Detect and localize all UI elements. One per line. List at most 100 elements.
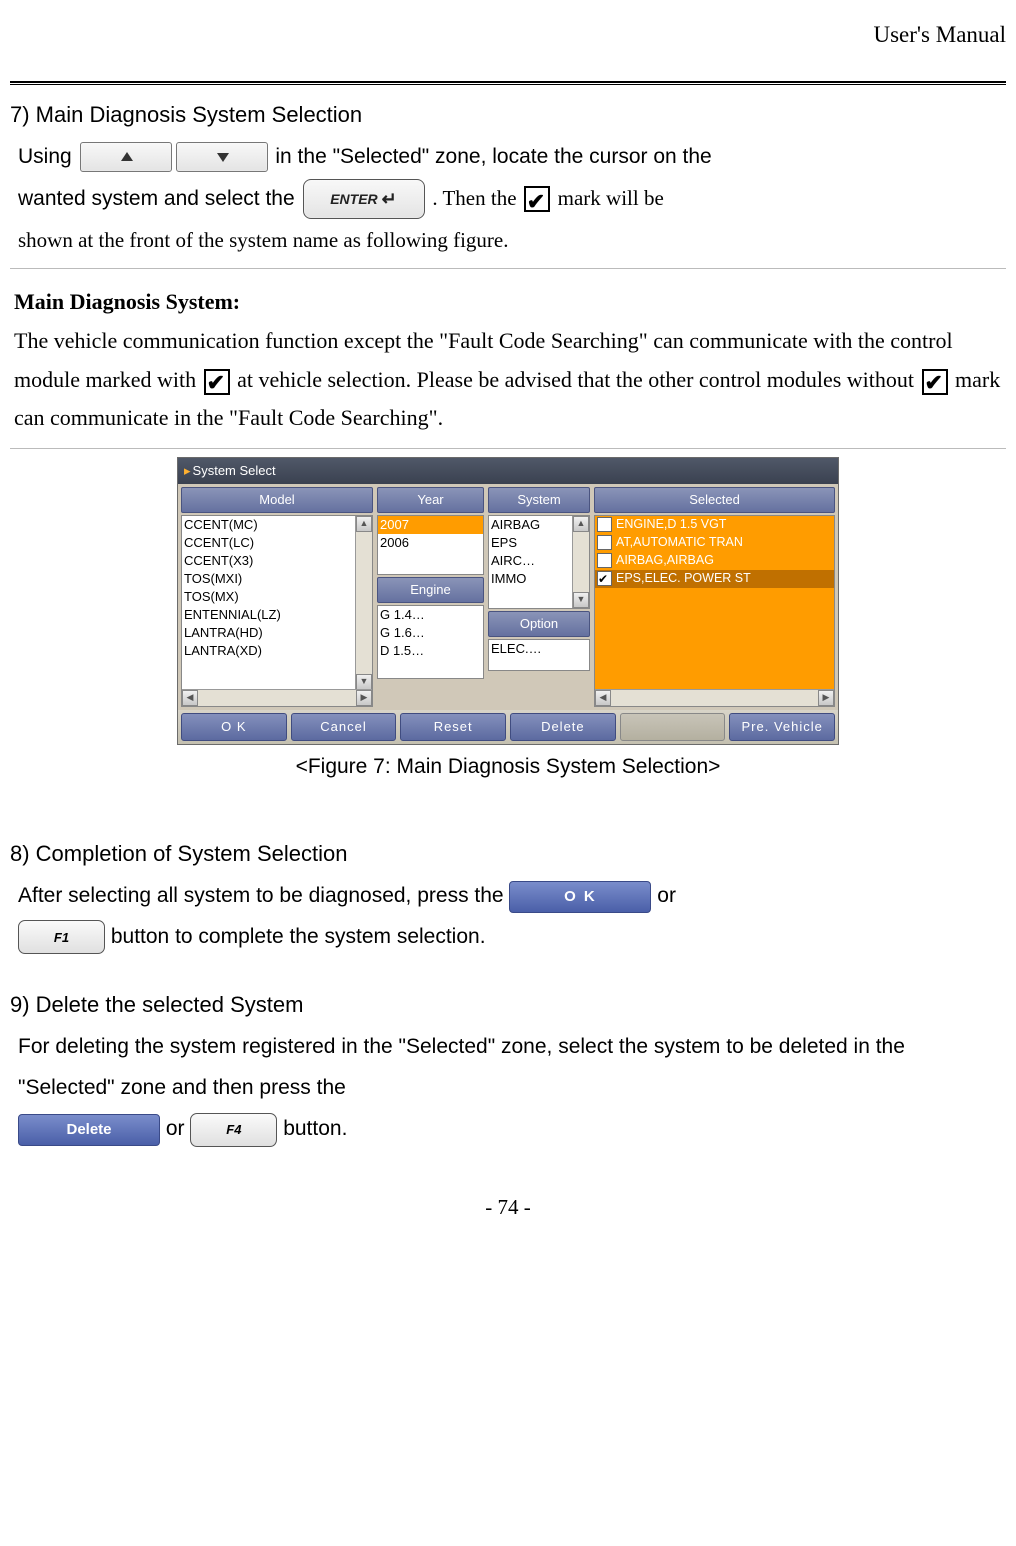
divider xyxy=(10,448,1006,449)
f4-button[interactable]: F4 xyxy=(190,1113,277,1147)
figure-7-wrap: ▸System Select Model Year System Selecte… xyxy=(10,457,1006,745)
section-8-body: After selecting all system to be diagnos… xyxy=(18,876,1002,958)
scroll-up-icon[interactable]: ▲ xyxy=(356,516,372,532)
checkmark-icon xyxy=(204,369,230,395)
enter-arrow-icon: ↵ xyxy=(382,190,397,208)
list-item[interactable]: LANTRA(HD) xyxy=(182,624,372,642)
selected-row[interactable]: AT,AUTOMATIC TRAN xyxy=(595,534,834,552)
text: wanted system and select the xyxy=(18,187,301,210)
title-text: System Select xyxy=(193,463,276,478)
section-9-title: 9) Delete the selected System xyxy=(10,986,1006,1023)
enter-label: ENTER xyxy=(330,192,377,206)
list-item[interactable]: LANTRA(XD) xyxy=(182,642,372,660)
list-item[interactable]: CCENT(LC) xyxy=(182,534,372,552)
year-listbox[interactable]: 2007 2006 xyxy=(377,515,484,575)
header-option: Option xyxy=(488,611,590,637)
selected-label: ENGINE,D 1.5 VGT xyxy=(616,516,726,534)
scrollbar-horizontal[interactable]: ◀▶ xyxy=(595,689,834,706)
scroll-right-icon[interactable]: ▶ xyxy=(356,690,372,706)
text: or xyxy=(657,884,676,907)
blank-button xyxy=(620,713,726,741)
scroll-left-icon[interactable]: ◀ xyxy=(595,690,611,706)
header-model: Model xyxy=(181,487,373,513)
cancel-button[interactable]: Cancel xyxy=(291,713,397,741)
section-7-title: 7) Main Diagnosis System Selection xyxy=(10,96,1006,133)
title-marker-icon: ▸ xyxy=(184,463,191,478)
text: After selecting all system to be diagnos… xyxy=(18,884,509,907)
text: mark will be xyxy=(558,186,664,210)
divider xyxy=(10,268,1006,269)
delete-button[interactable]: Delete xyxy=(510,713,616,741)
checkmark-icon xyxy=(524,186,550,212)
engine-listbox[interactable]: G 1.4… G 1.6… D 1.5… xyxy=(377,605,484,679)
list-item[interactable]: CCENT(X3) xyxy=(182,552,372,570)
text: in the "Selected" zone, locate the curso… xyxy=(275,145,711,168)
text: shown at the front of the system name as… xyxy=(18,228,508,252)
down-arrow-button[interactable] xyxy=(176,142,268,172)
scroll-down-icon[interactable]: ▼ xyxy=(573,592,589,608)
header-engine: Engine xyxy=(377,577,484,603)
selected-listbox[interactable]: ENGINE,D 1.5 VGT AT,AUTOMATIC TRAN AIRBA… xyxy=(594,515,835,707)
pre-vehicle-button[interactable]: Pre. Vehicle xyxy=(729,713,835,741)
header-system: System xyxy=(488,487,590,513)
scrollbar-vertical[interactable]: ▲▼ xyxy=(355,516,372,690)
list-item[interactable]: D 1.5… xyxy=(378,642,483,660)
model-listbox[interactable]: CCENT(MC) CCENT(LC) CCENT(X3) TOS(MXI) T… xyxy=(181,515,373,707)
system-option-column: AIRBAG EPS AIRC… IMMO ▲▼ Option ELEC.… xyxy=(488,515,590,671)
text: at vehicle selection. Please be advised … xyxy=(237,367,919,392)
scroll-down-icon[interactable]: ▼ xyxy=(356,674,372,690)
scroll-left-icon[interactable]: ◀ xyxy=(182,690,198,706)
section-8-title: 8) Completion of System Selection xyxy=(10,835,1006,872)
list-item[interactable]: ENTENNIAL(LZ) xyxy=(182,606,372,624)
year-engine-column: 2007 2006 Engine G 1.4… G 1.6… D 1.5… xyxy=(377,515,484,679)
list-item[interactable]: ELEC.… xyxy=(489,640,589,658)
checkbox[interactable] xyxy=(597,553,612,568)
scroll-up-icon[interactable]: ▲ xyxy=(573,516,589,532)
text: . Then the xyxy=(432,186,521,210)
scrollbar-horizontal[interactable]: ◀▶ xyxy=(182,689,372,706)
text: button. xyxy=(283,1117,347,1140)
updown-buttons xyxy=(78,142,270,172)
section-9-body: For deleting the system registered in th… xyxy=(18,1027,1002,1150)
list-item[interactable]: CCENT(MC) xyxy=(182,516,372,534)
list-item[interactable]: TOS(MXI) xyxy=(182,570,372,588)
checkbox[interactable] xyxy=(597,571,612,586)
selected-row[interactable]: ENGINE,D 1.5 VGT xyxy=(595,516,834,534)
selected-row[interactable]: AIRBAG,AIRBAG xyxy=(595,552,834,570)
f1-button[interactable]: F1 xyxy=(18,920,105,954)
list-item[interactable]: G 1.6… xyxy=(378,624,483,642)
ok-button[interactable]: O K xyxy=(181,713,287,741)
system-listbox[interactable]: AIRBAG EPS AIRC… IMMO ▲▼ xyxy=(488,515,590,609)
checkbox[interactable] xyxy=(597,535,612,550)
header-year: Year xyxy=(377,487,484,513)
column-headers: Model Year System Selected xyxy=(178,484,838,513)
text: For deleting the system registered in th… xyxy=(18,1035,905,1099)
main-diagnosis-title: Main Diagnosis System: xyxy=(14,283,1006,320)
ok-button[interactable]: O K xyxy=(509,881,651,913)
enter-button[interactable]: ENTER ↵ xyxy=(303,179,425,219)
main-diagnosis-body: The vehicle communication function excep… xyxy=(14,322,1002,438)
list-item[interactable]: 2007 xyxy=(378,516,483,534)
header-selected: Selected xyxy=(594,487,835,513)
checkbox[interactable] xyxy=(597,517,612,532)
selected-row[interactable]: EPS,ELEC. POWER ST xyxy=(595,570,834,588)
selected-label: AT,AUTOMATIC TRAN xyxy=(616,534,743,552)
text: Using xyxy=(18,145,78,168)
figure-caption: <Figure 7: Main Diagnosis System Selecti… xyxy=(10,749,1006,785)
header-rule-sub xyxy=(10,84,1006,85)
selected-label: EPS,ELEC. POWER ST xyxy=(616,570,751,588)
list-item[interactable]: 2006 xyxy=(378,534,483,552)
lists-body: CCENT(MC) CCENT(LC) CCENT(X3) TOS(MXI) T… xyxy=(178,513,838,710)
system-select-screenshot: ▸System Select Model Year System Selecte… xyxy=(177,457,839,745)
button-bar: O K Cancel Reset Delete Pre. Vehicle xyxy=(178,710,838,744)
reset-button[interactable]: Reset xyxy=(400,713,506,741)
text: or xyxy=(166,1117,191,1140)
scrollbar-vertical[interactable]: ▲▼ xyxy=(572,516,589,608)
delete-button[interactable]: Delete xyxy=(18,1114,160,1146)
list-item[interactable]: TOS(MX) xyxy=(182,588,372,606)
list-item[interactable]: G 1.4… xyxy=(378,606,483,624)
up-arrow-button[interactable] xyxy=(80,142,172,172)
scroll-right-icon[interactable]: ▶ xyxy=(818,690,834,706)
page-header: User's Manual xyxy=(10,15,1006,56)
option-listbox[interactable]: ELEC.… xyxy=(488,639,590,671)
